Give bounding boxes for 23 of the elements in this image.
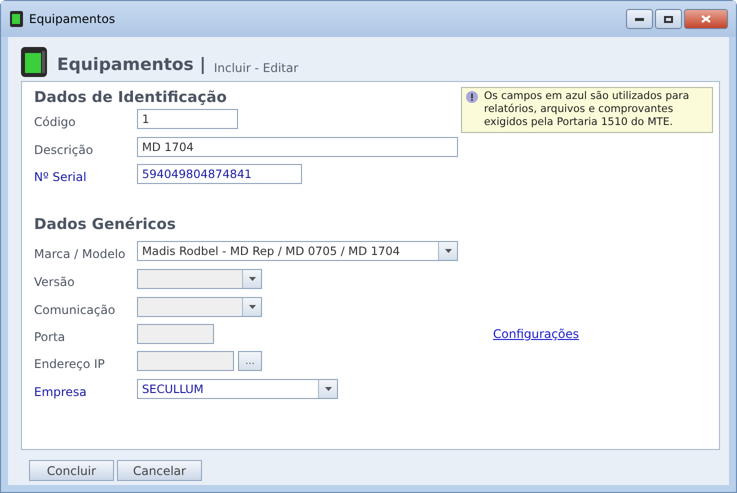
info-text: Os campos em azul são utilizados para relatórios, arquivos e comprovantes exigidos pela Portaria 1510 do MTE. bbox=[484, 90, 690, 129]
field-label: Marca / Modelo bbox=[34, 246, 126, 261]
field-label: Empresa bbox=[34, 384, 88, 399]
title-separator: | bbox=[200, 55, 206, 75]
field-label: Versão bbox=[34, 274, 76, 289]
dropdown[interactable]: SECULLUM bbox=[137, 379, 338, 399]
page-subtitle: Incluir - Editar bbox=[214, 61, 298, 75]
cancel-button[interactable]: Cancelar bbox=[117, 460, 202, 481]
dropdown[interactable]: Madis Rodbel - MD Rep / MD 0705 / MD 1704 bbox=[137, 241, 458, 261]
section-title: Dados Genéricos bbox=[34, 214, 177, 235]
input-field[interactable]: 594049804874841 bbox=[137, 164, 302, 184]
field-label: Nº Serial bbox=[34, 169, 88, 184]
field-label: Descrição bbox=[34, 142, 94, 157]
field-label: Endereço IP bbox=[34, 356, 106, 371]
page-title: Equipamentos bbox=[57, 55, 194, 75]
confirm-button[interactable]: Concluir bbox=[29, 460, 114, 481]
section-title: Dados de Identificação bbox=[34, 87, 227, 108]
window-title: Equipamentos bbox=[29, 12, 116, 26]
input-field[interactable]: 1 bbox=[137, 109, 238, 129]
input-field[interactable]: MD 1704 bbox=[137, 137, 458, 157]
field-label: Código bbox=[34, 114, 77, 129]
field-label: Comunicação bbox=[34, 302, 116, 317]
field-label: Porta bbox=[34, 329, 66, 344]
